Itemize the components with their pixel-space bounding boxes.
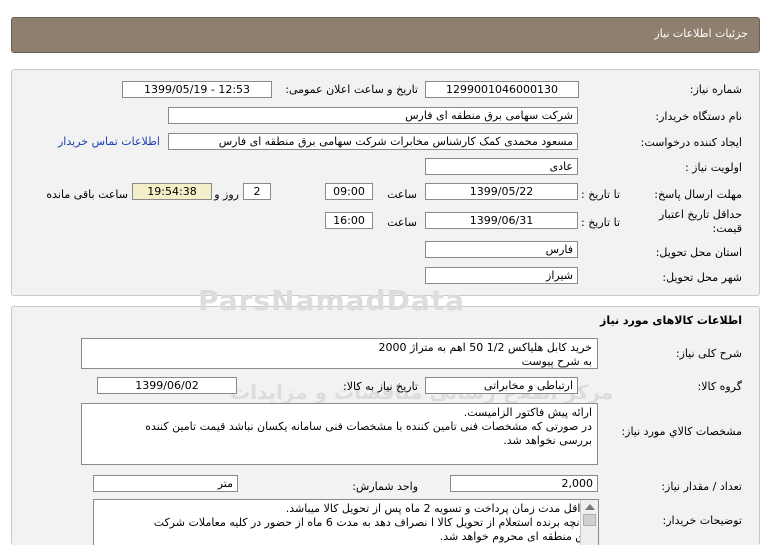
deadline-time-label: ساعت [387,188,417,201]
city-field: شیراز [425,267,578,284]
buyer-notes-line: برق منطقه ای محروم خواهد شد. [439,530,593,543]
remaining-label: ساعت باقی مانده [46,188,128,201]
remaining-time-field: 19:54:38 [132,183,212,200]
city-label: شهر محل تحویل: [662,271,742,284]
unit-field: متر [93,475,238,492]
announce-field: 1399/05/19 - 12:53 [122,81,272,98]
need-number-label: شماره نیاز: [689,83,742,96]
deadline-time-field: 09:00 [325,183,373,200]
buyer-notes-label: توضیحات خریدار: [662,514,743,527]
general-description-line: خرید کابل هلیاکس 1/2 50 اهم به متراژ 200… [378,341,592,354]
quantity-label: تعداد / مقدار نیاز: [661,480,742,493]
page-title: جزئیات اطلاعات نیاز [654,27,748,40]
deadline-date-field: 1399/05/22 [425,183,578,200]
creator-field: مسعود محمدی کمک کارشناس مخابرات شرکت سها… [168,133,578,150]
priority-field: عادی [425,158,578,175]
need-date-label: تاریخ نیاز به کالا: [343,380,418,393]
buyer-label: نام دستگاه خریدار: [655,110,742,123]
scroll-up-arrow-icon[interactable] [585,504,595,510]
quantity-field: 2,000 [450,475,598,492]
deadline-label: مهلت ارسال پاسخ: [654,188,742,201]
buyer-contact-link[interactable]: اطلاعات تماس خریدار [58,135,160,148]
specs-line: در صورتی که مشخصات فنی تامین کننده با مش… [145,420,592,433]
goods-group-field: ارتباطی و مخابراتی [425,377,578,394]
general-description-label: شرح کلی نیاز: [675,347,742,360]
validity-label: حداقل تاریخ اعتبار قیمت: [658,208,742,235]
need-date-field: 1399/06/02 [97,377,237,394]
scroll-thumb[interactable] [583,514,596,526]
remaining-days-field: 2 [243,183,271,200]
unit-label: واحد شمارش: [352,480,418,493]
deadline-to-date-label: تا تاریخ : [581,188,620,201]
specs-line: ارائه پیش فاکتور الزامیست. [463,406,592,419]
specs-label: مشخصات کالاي مورد نياز: [621,425,742,438]
general-description-line: به شرح پیوست [521,355,592,368]
validity-time-field: 16:00 [325,212,373,229]
buyer-notes-field[interactable]: حداقل مدت زمان پرداخت و تسویه 2 ماه پس ا… [93,499,599,545]
province-label: استان محل تحویل: [655,246,742,259]
priority-label: اولویت نیاز : [684,161,742,174]
province-field: فارس [425,241,578,258]
specs-field: ارائه پیش فاکتور الزامیست. در صورتی که م… [81,403,598,465]
buyer-notes-line: چنانچه برنده استعلام از تحویل کالا ا نصر… [153,516,593,529]
goods-section-title: اطلاعات کالاهای مورد نیاز [600,314,742,327]
buyer-notes-line: حداقل مدت زمان پرداخت و تسویه 2 ماه پس ا… [285,502,593,515]
creator-label: ایجاد کننده درخواست: [640,136,742,149]
validity-time-label: ساعت [387,216,417,229]
validity-date-field: 1399/06/31 [425,212,578,229]
page-header-bar [11,17,760,53]
validity-to-date-label: تا تاریخ : [581,216,620,229]
specs-line: بررسی نخواهد شد. [503,434,592,447]
goods-group-label: گروه کالا: [697,380,742,393]
general-description-field: خرید کابل هلیاکس 1/2 50 اهم به متراژ 200… [81,338,598,369]
buyer-field: شرکت سهامی برق منطقه ای فارس [168,107,578,124]
announce-label: تاریخ و ساعت اعلان عمومی: [285,83,418,96]
need-info-panel [11,69,760,296]
days-and-label: روز و [214,188,239,201]
buyer-notes-scrollbar[interactable] [580,500,598,545]
need-number-field: 1299001046000130 [425,81,579,98]
